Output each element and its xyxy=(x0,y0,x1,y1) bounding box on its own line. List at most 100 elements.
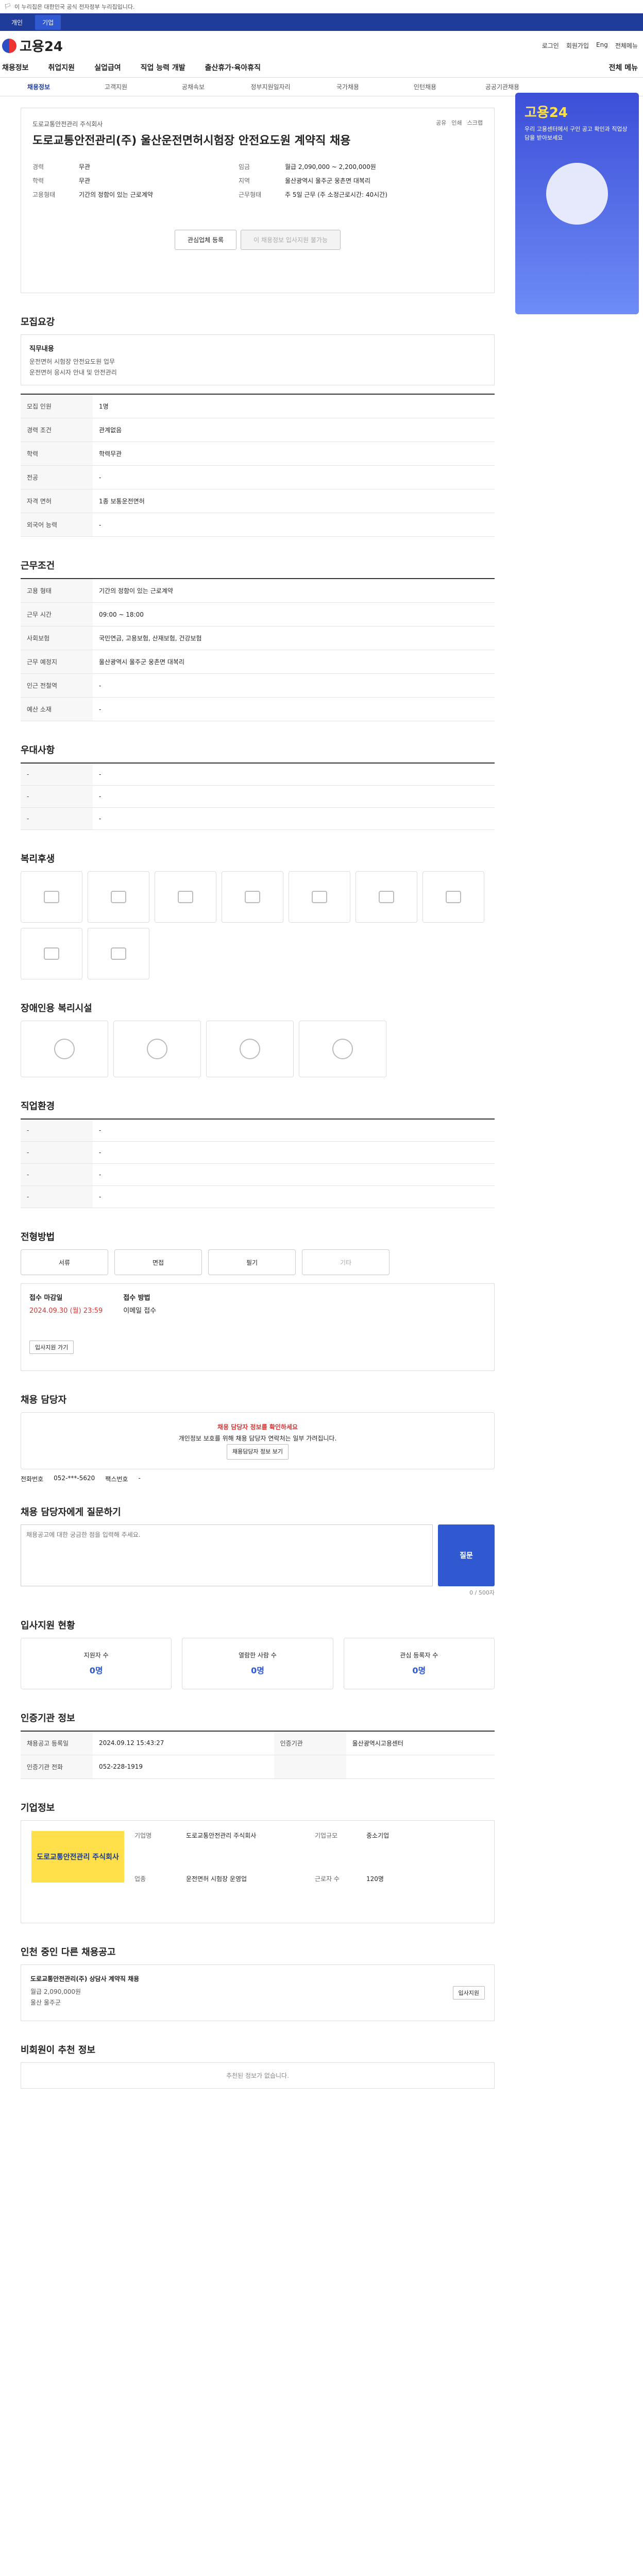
logo-text: 고용24 xyxy=(20,39,63,55)
table-row: -- xyxy=(21,807,495,830)
bus-icon xyxy=(44,891,59,903)
row-value: 관계없음 xyxy=(93,418,495,442)
welfare-icons xyxy=(21,871,495,979)
subnav-news[interactable]: 공채속보 xyxy=(155,82,232,91)
subnav-support[interactable]: 고객지원 xyxy=(77,82,155,91)
facility-item xyxy=(299,1021,386,1077)
career-label: 경력 xyxy=(32,163,44,171)
home-icon xyxy=(178,891,193,903)
job-summary: 경력 무관 임금 월급 2,090,000 ~ 2,200,000원 학력 무관… xyxy=(32,162,483,199)
subnav-public[interactable]: 공공기관채용 xyxy=(464,82,541,91)
tab-personal[interactable]: 개인 xyxy=(4,15,30,30)
meal-icon xyxy=(111,891,126,903)
related-title: 도로교통안전관리(주) 상담사 계약직 채용 xyxy=(30,1975,140,1982)
related-job[interactable]: 도로교통안전관리(주) 상담사 계약직 채용 월급 2,090,000원 울산 … xyxy=(21,1964,495,2021)
deadline-value: 2024.09.30 (월) 23:59 xyxy=(29,1307,103,1315)
inquiry-input[interactable] xyxy=(21,1524,433,1586)
print-button[interactable]: 인쇄 xyxy=(451,118,462,127)
subnav-jobs[interactable]: 채용정보 xyxy=(0,82,77,91)
alert-title: 채용 담당자 정보를 확인하세요 xyxy=(217,1423,298,1431)
table-row: 인증기관 전화 052-228-1919 xyxy=(21,1755,495,1779)
row-label: 외국어 능력 xyxy=(21,513,93,537)
info-value: 중소기업 xyxy=(366,1832,390,1839)
pref-table: -- -- -- xyxy=(21,762,495,830)
inquiry-submit-button[interactable]: 질문 xyxy=(438,1524,495,1586)
nav-all-menu[interactable]: 전체 메뉴 xyxy=(609,62,638,73)
subnav-gov[interactable]: 정부지원일자리 xyxy=(232,82,309,91)
nav-leave[interactable]: 출산휴가·육아휴직 xyxy=(205,62,261,73)
fax-label: 팩스번호 xyxy=(105,1475,128,1483)
welfare-item xyxy=(422,871,484,923)
flag-icon: 🏳 xyxy=(4,3,11,10)
section-title-welfare: 복리후생 xyxy=(21,854,55,865)
row-label: 모집 인원 xyxy=(21,394,93,418)
nav-unemployment[interactable]: 실업급여 xyxy=(94,62,121,73)
row-label: 학력 xyxy=(21,442,93,466)
row-value: 1명 xyxy=(93,394,495,418)
row-value: 울산광역시고용센터 xyxy=(346,1731,495,1755)
nav-jobs[interactable]: 채용정보 xyxy=(2,62,29,73)
site-logo[interactable]: 고용24 xyxy=(0,36,63,55)
show-contact-button[interactable]: 채용담당자 정보 보기 xyxy=(226,1444,289,1460)
welfare-item xyxy=(21,871,82,923)
phone-label: 전화번호 xyxy=(21,1475,44,1483)
recommend-box: 추천된 정보가 없습니다. xyxy=(21,2062,495,2089)
side-banner[interactable]: 고용24 우리 고용센터에서 구인 공고 확인과 직업상담을 받아보세요 xyxy=(515,93,639,314)
header: 고용24 로그인 회원가입 Eng 전체메뉴 xyxy=(0,31,643,57)
stat-label: 지원자 수 xyxy=(83,1652,109,1659)
row-label: 근무 시간 xyxy=(21,602,93,626)
deadline-col: 접수 마감일 2024.09.30 (월) 23:59 입사지원 가기 xyxy=(29,1292,103,1362)
row-label: 근무 예정지 xyxy=(21,650,93,674)
interest-button[interactable]: 관심업체 등록 xyxy=(175,230,237,250)
section-title-pref: 우대사항 xyxy=(21,745,55,756)
qualify-table: 모집 인원 1명 경력 조건 관계없음 학력 학력무관 전공 - 자격 면허 1종 보통운… xyxy=(21,394,495,537)
tab-business[interactable]: 기업 xyxy=(35,14,61,30)
lang-link[interactable]: Eng xyxy=(596,41,608,50)
method-col: 접수 방법 이메일 접수 xyxy=(123,1292,156,1362)
company-info: 기업명 도로교통안전관리 주식회사 기업규모 중소기업 업종 운전면허 시험장 … xyxy=(134,1831,469,1912)
book-icon xyxy=(44,947,59,960)
workplace-table: -- -- -- -- xyxy=(21,1118,495,1208)
other-icon xyxy=(111,947,126,960)
related-apply-button[interactable]: 입사지원 xyxy=(452,1986,485,1999)
row-label: 채용공고 등록일 xyxy=(21,1731,93,1755)
row-label: 사회보험 xyxy=(21,626,93,650)
nav-support[interactable]: 취업지원 xyxy=(48,62,75,73)
table-row: -- xyxy=(21,1163,495,1186)
method-item: 기타 xyxy=(302,1249,390,1275)
elevator-icon xyxy=(332,1039,353,1059)
scrap-button[interactable]: 스크랩 xyxy=(467,118,483,127)
related-wage: 월급 2,090,000원 xyxy=(30,1988,81,1995)
signup-link[interactable]: 회원가입 xyxy=(566,41,589,50)
row-value: 기간의 정함이 있는 근로계약 xyxy=(93,579,495,603)
apply-link-button[interactable]: 입사지원 가기 xyxy=(29,1341,74,1354)
login-link[interactable]: 로그인 xyxy=(542,41,559,50)
contact-alert: 채용 담당자 정보를 확인하세요 개인정보 보호를 위해 채용 담당자 연락처는… xyxy=(21,1412,495,1469)
restroom-icon xyxy=(147,1039,167,1059)
section-title-disabled: 장애인용 복리시설 xyxy=(21,1003,92,1014)
info-table: 채용공고 등록일 2024.09.12 15:43:27 인증기관 울산광역시고용센터… xyxy=(21,1730,495,1779)
table-row: 근무 시간 09:00 ~ 18:00 xyxy=(21,602,495,626)
all-menu-link[interactable]: 전체메뉴 xyxy=(615,41,638,50)
subnav-intern[interactable]: 인턴채용 xyxy=(386,82,464,91)
table-row: 채용공고 등록일 2024.09.12 15:43:27 인증기관 울산광역시고용센터 xyxy=(21,1731,495,1755)
row-label: 예산 소재 xyxy=(21,697,93,721)
nav-training[interactable]: 직업 능력 개발 xyxy=(141,62,185,73)
fax-value: - xyxy=(138,1474,141,1482)
loc-label: 지역 xyxy=(239,177,250,184)
section-title-selection: 전형방법 xyxy=(21,1232,55,1243)
section-title-company: 기업정보 xyxy=(21,1802,55,1814)
deadline-box: 접수 마감일 2024.09.30 (월) 23:59 입사지원 가기 접수 방… xyxy=(21,1283,495,1371)
table-row: -- xyxy=(21,1119,495,1142)
share-button[interactable]: 공유 xyxy=(436,118,446,127)
info-label: 기업명 xyxy=(134,1832,152,1839)
gov-banner: 🏳 이 누리집은 대한민국 공식 전자정부 누리집입니다. xyxy=(0,0,643,13)
row-value: 국민연금, 고용보험, 산재보험, 건강보험 xyxy=(93,626,495,650)
section-title-info: 인증기관 정보 xyxy=(21,1713,75,1724)
subnav-national[interactable]: 국가채용 xyxy=(309,82,386,91)
info-label: 기업규모 xyxy=(315,1832,338,1839)
info-value: 운전면허 시험장 운영업 xyxy=(186,1875,247,1883)
gift-icon xyxy=(312,891,327,903)
stat-label: 관심 등록자 수 xyxy=(400,1652,438,1659)
duty-line: 운전면허 시험장 안전요도원 업무 xyxy=(29,358,115,365)
